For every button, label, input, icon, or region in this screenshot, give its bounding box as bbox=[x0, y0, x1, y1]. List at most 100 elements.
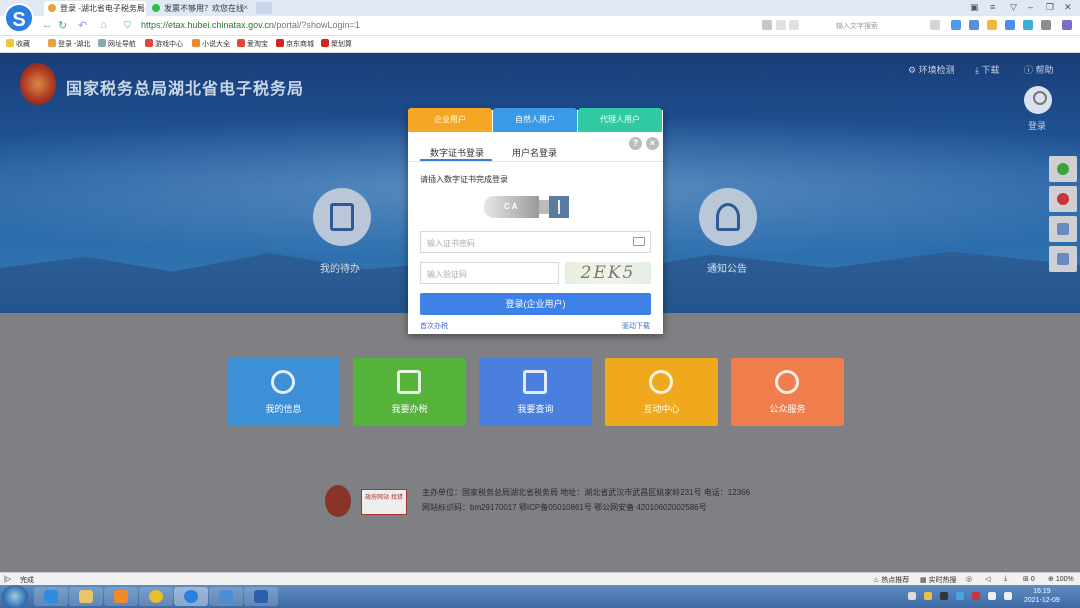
skin-icon[interactable]: ▽ bbox=[1010, 2, 1017, 13]
tab-cert-login[interactable]: 数字证书登录 bbox=[430, 146, 484, 159]
captcha-image[interactable]: 2EK5 bbox=[565, 262, 651, 284]
address-bar: ← ↻ ↶ ⌂ ⛉ https://etax.hubei.chinatax.go… bbox=[0, 16, 1080, 36]
translate-icon[interactable] bbox=[1023, 20, 1033, 30]
more-icon[interactable] bbox=[1062, 20, 1072, 30]
download-icon[interactable] bbox=[951, 20, 961, 30]
site-title: 国家税务总局湖北省电子税务局 bbox=[66, 81, 305, 98]
taskbar-phone[interactable] bbox=[209, 587, 243, 606]
notice-button[interactable] bbox=[699, 188, 757, 246]
maximize-icon[interactable]: ❐ bbox=[1046, 2, 1054, 13]
gov-site-error-report[interactable]: 政府网站 找错 bbox=[361, 489, 407, 515]
tile-public-service[interactable]: 公众服务 bbox=[731, 358, 844, 426]
start-button[interactable] bbox=[2, 585, 28, 608]
tab-natural-person[interactable]: 自然人用户 bbox=[493, 108, 577, 132]
tab-strip: S 登录 -湖北省电子税务局 × 发票不够用？欢您在线 × ▣ ≡ ▽ – ❐ … bbox=[0, 0, 1080, 33]
env-check-link[interactable]: ⚙ 环境检测 bbox=[908, 63, 955, 76]
download-status-icon[interactable]: ⤓ bbox=[1004, 575, 1007, 583]
status-text: 完成 bbox=[20, 577, 34, 584]
bookmark-favorites[interactable]: 收藏 bbox=[6, 39, 30, 49]
tray-volume-icon[interactable] bbox=[1004, 592, 1012, 600]
volume-icon[interactable]: ◁ bbox=[985, 575, 990, 583]
tray-flag-icon[interactable] bbox=[988, 592, 996, 600]
wechat-share-button[interactable] bbox=[1049, 156, 1077, 182]
jd-icon bbox=[276, 39, 284, 47]
tray-network-icon[interactable] bbox=[956, 592, 964, 600]
login-button[interactable]: 登录(企业用户) bbox=[420, 293, 651, 315]
screenshot-icon[interactable] bbox=[1005, 20, 1015, 30]
bookmark-novels[interactable]: 小说大全 bbox=[192, 39, 230, 49]
back-icon[interactable]: ← bbox=[42, 19, 53, 31]
tile-query[interactable]: 我要查询 bbox=[479, 358, 592, 426]
tab-agent-user[interactable]: 代理人用户 bbox=[578, 108, 662, 132]
taskbar-clock[interactable]: 16:19 2021-12-09 bbox=[1024, 587, 1060, 605]
close-window-icon[interactable]: ✕ bbox=[1064, 2, 1072, 13]
mobile-app-button[interactable] bbox=[1049, 246, 1077, 272]
login-link[interactable]: 登录 bbox=[1028, 119, 1046, 132]
todo-button[interactable] bbox=[313, 188, 371, 246]
star-icon[interactable] bbox=[789, 20, 799, 30]
cert-password-input[interactable]: 输入证书密码 bbox=[420, 231, 651, 253]
taskbar-explorer[interactable] bbox=[69, 587, 103, 606]
taskbar-word[interactable] bbox=[244, 587, 278, 606]
tile-my-info[interactable]: 我的信息 bbox=[227, 358, 340, 426]
search-icon[interactable] bbox=[930, 20, 940, 30]
close-tab-icon[interactable]: × bbox=[137, 3, 142, 12]
extension-icon[interactable] bbox=[969, 20, 979, 30]
help-icon[interactable]: ? bbox=[629, 137, 642, 150]
key-icon[interactable] bbox=[987, 20, 997, 30]
help-link[interactable]: ⓘ 帮助 bbox=[1024, 63, 1054, 76]
download-label: 下载 bbox=[981, 65, 1000, 75]
tab-username-login[interactable]: 用户名登录 bbox=[512, 146, 557, 159]
tab-enterprise-user[interactable]: 企业用户 bbox=[408, 108, 492, 132]
usb-key-label: CA bbox=[504, 202, 520, 211]
taskbar-sogou-browser[interactable] bbox=[174, 587, 208, 606]
security-icon[interactable]: ◎ bbox=[966, 575, 972, 583]
sidebar-toggle-icon[interactable]: ▣ bbox=[970, 2, 979, 13]
grid-icon[interactable] bbox=[762, 20, 772, 30]
bookmark-games[interactable]: 游戏中心 bbox=[145, 39, 183, 49]
app-download-button[interactable] bbox=[1049, 216, 1077, 242]
tab-invoice[interactable]: 发票不够用？欢您在线 × bbox=[148, 1, 252, 16]
user-avatar-icon[interactable] bbox=[1024, 86, 1052, 114]
bookmark-jd[interactable]: 京东商城 bbox=[276, 39, 314, 49]
taskbar-media[interactable] bbox=[104, 587, 138, 606]
party-emblem-icon[interactable] bbox=[325, 485, 351, 517]
bookmark-label: 登录 -湖北 bbox=[58, 41, 91, 48]
first-time-link[interactable]: 首次办税 bbox=[420, 321, 448, 331]
tray-qq-icon[interactable] bbox=[940, 592, 948, 600]
minimize-icon[interactable]: – bbox=[1028, 2, 1033, 12]
live-hot-link[interactable]: ▦ 实时热搜 bbox=[920, 575, 957, 585]
undo-icon[interactable]: ↶ bbox=[78, 19, 87, 32]
search-input[interactable]: 输入文字搜索 bbox=[820, 19, 940, 33]
bookmark-nav[interactable]: 网址导航 bbox=[98, 39, 136, 49]
browser-logo-icon[interactable]: S bbox=[4, 3, 34, 33]
refresh-icon[interactable]: ↻ bbox=[58, 19, 67, 32]
tray-keyboard-icon[interactable] bbox=[908, 592, 916, 600]
close-icon[interactable]: × bbox=[646, 137, 659, 150]
tile-interaction[interactable]: 互动中心 bbox=[605, 358, 718, 426]
captcha-input[interactable]: 输入验证码 bbox=[420, 262, 559, 284]
tray-security-icon[interactable] bbox=[972, 592, 980, 600]
menu-icon[interactable]: ≡ bbox=[990, 2, 995, 12]
bookmark-juhuasuan[interactable]: 聚划算 bbox=[321, 39, 352, 49]
zoom-level[interactable]: ⊕ 100% bbox=[1048, 575, 1074, 583]
tools-icon[interactable] bbox=[1041, 20, 1051, 30]
taskbar-chrome[interactable] bbox=[139, 587, 173, 606]
bookmark-taobao[interactable]: 爱淘宝 bbox=[237, 39, 268, 49]
keyboard-icon[interactable] bbox=[633, 237, 645, 246]
home-icon[interactable]: ⌂ bbox=[100, 19, 107, 31]
download-link[interactable]: ⤓ 下载 bbox=[975, 63, 1000, 76]
weibo-share-button[interactable] bbox=[1049, 186, 1077, 212]
tile-tax-handling[interactable]: 我要办税 bbox=[353, 358, 466, 426]
tab-login[interactable]: 登录 -湖北省电子税务局 × bbox=[44, 1, 146, 16]
driver-download-link[interactable]: 驱动下载 bbox=[622, 321, 650, 331]
bookmark-login[interactable]: 登录 -湖北 bbox=[48, 39, 90, 49]
taskbar-ie[interactable] bbox=[34, 587, 68, 606]
tray-sogou-input-icon[interactable] bbox=[924, 592, 932, 600]
hot-recommend-link[interactable]: ♨ 热点推荐 bbox=[873, 575, 909, 585]
url-field[interactable]: https://etax.hubei.chinatax.gov.cn/porta… bbox=[141, 20, 360, 30]
cert-hint: 请插入数字证书完成登录 bbox=[420, 175, 508, 184]
bolt-icon[interactable] bbox=[776, 20, 786, 30]
close-tab-icon[interactable]: × bbox=[243, 3, 248, 12]
new-tab-button[interactable] bbox=[256, 2, 272, 14]
